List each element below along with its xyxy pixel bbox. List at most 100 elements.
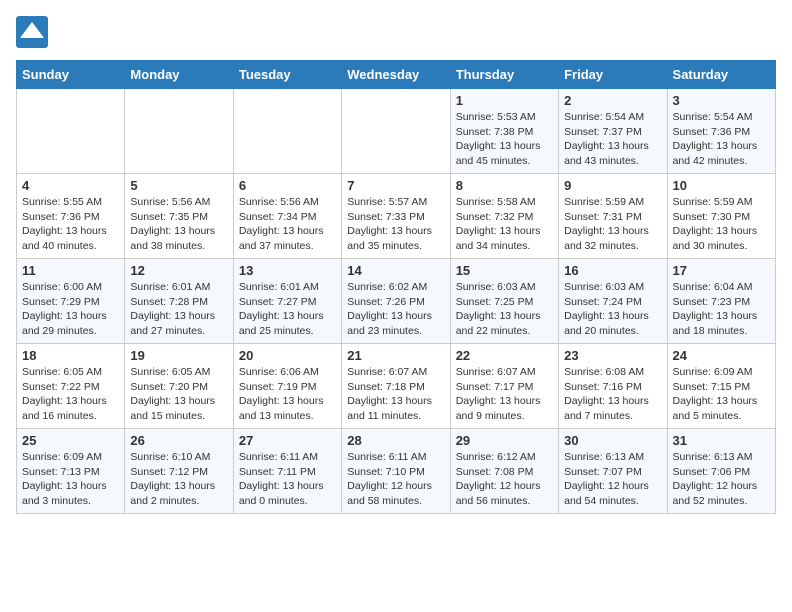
calendar-cell: 15Sunrise: 6:03 AM Sunset: 7:25 PM Dayli… xyxy=(450,259,558,344)
day-number: 6 xyxy=(239,178,336,193)
day-info: Sunrise: 5:57 AM Sunset: 7:33 PM Dayligh… xyxy=(347,195,444,254)
calendar-cell xyxy=(233,89,341,174)
day-info: Sunrise: 6:07 AM Sunset: 7:17 PM Dayligh… xyxy=(456,365,553,424)
day-info: Sunrise: 5:54 AM Sunset: 7:36 PM Dayligh… xyxy=(673,110,770,169)
day-number: 18 xyxy=(22,348,119,363)
calendar-cell: 11 Sunrise: 6:00 AM Sunset: 7:29 PM Dayli… xyxy=(17,259,125,344)
day-number: 5 xyxy=(130,178,227,193)
calendar-cell: 1Sunrise: 5:53 AM Sunset: 7:38 PM Daylig… xyxy=(450,89,558,174)
calendar-cell: 16Sunrise: 6:03 AM Sunset: 7:24 PM Dayli… xyxy=(559,259,667,344)
day-info: Sunrise: 6:00 AM Sunset: 7:29 PM Dayligh… xyxy=(22,280,119,339)
day-info: Sunrise: 6:01 AM Sunset: 7:28 PM Dayligh… xyxy=(130,280,227,339)
day-info: Sunrise: 5:55 AM Sunset: 7:36 PM Dayligh… xyxy=(22,195,119,254)
day-info: Sunrise: 6:08 AM Sunset: 7:16 PM Dayligh… xyxy=(564,365,661,424)
day-number: 22 xyxy=(456,348,553,363)
day-info: Sunrise: 6:10 AM Sunset: 7:12 PM Dayligh… xyxy=(130,450,227,509)
day-info: Sunrise: 5:54 AM Sunset: 7:37 PM Dayligh… xyxy=(564,110,661,169)
day-info: Sunrise: 6:13 AM Sunset: 7:07 PM Dayligh… xyxy=(564,450,661,509)
calendar-cell: 28 Sunrise: 6:11 AM Sunset: 7:10 PM Dayli… xyxy=(342,429,450,514)
calendar-cell: 7 Sunrise: 5:57 AM Sunset: 7:33 PM Daylig… xyxy=(342,174,450,259)
calendar-cell: 26 Sunrise: 6:10 AM Sunset: 7:12 PM Dayli… xyxy=(125,429,233,514)
calendar-cell: 25Sunrise: 6:09 AM Sunset: 7:13 PM Dayli… xyxy=(17,429,125,514)
calendar-cell: 19Sunrise: 6:05 AM Sunset: 7:20 PM Dayli… xyxy=(125,344,233,429)
calendar-cell: 31 Sunrise: 6:13 AM Sunset: 7:06 PM Dayli… xyxy=(667,429,775,514)
header-day: Tuesday xyxy=(233,61,341,89)
day-info: Sunrise: 5:59 AM Sunset: 7:31 PM Dayligh… xyxy=(564,195,661,254)
day-info: Sunrise: 6:04 AM Sunset: 7:23 PM Dayligh… xyxy=(673,280,770,339)
day-info: Sunrise: 6:11 AM Sunset: 7:11 PM Dayligh… xyxy=(239,450,336,509)
day-info: Sunrise: 5:56 AM Sunset: 7:34 PM Dayligh… xyxy=(239,195,336,254)
day-info: Sunrise: 5:56 AM Sunset: 7:35 PM Dayligh… xyxy=(130,195,227,254)
calendar-week: 4 Sunrise: 5:55 AM Sunset: 7:36 PM Daylig… xyxy=(17,174,776,259)
calendar-cell: 29 Sunrise: 6:12 AM Sunset: 7:08 PM Dayli… xyxy=(450,429,558,514)
calendar-cell: 13 Sunrise: 6:01 AM Sunset: 7:27 PM Dayli… xyxy=(233,259,341,344)
calendar-cell: 23 Sunrise: 6:08 AM Sunset: 7:16 PM Dayli… xyxy=(559,344,667,429)
day-info: Sunrise: 6:03 AM Sunset: 7:25 PM Dayligh… xyxy=(456,280,553,339)
calendar-cell: 17Sunrise: 6:04 AM Sunset: 7:23 PM Dayli… xyxy=(667,259,775,344)
day-info: Sunrise: 5:59 AM Sunset: 7:30 PM Dayligh… xyxy=(673,195,770,254)
day-number: 27 xyxy=(239,433,336,448)
day-number: 24 xyxy=(673,348,770,363)
calendar-header: SundayMondayTuesdayWednesdayThursdayFrid… xyxy=(17,61,776,89)
day-info: Sunrise: 6:13 AM Sunset: 7:06 PM Dayligh… xyxy=(673,450,770,509)
day-number: 26 xyxy=(130,433,227,448)
logo-icon xyxy=(16,16,48,48)
header-row: SundayMondayTuesdayWednesdayThursdayFrid… xyxy=(17,61,776,89)
calendar-cell xyxy=(342,89,450,174)
day-info: Sunrise: 6:06 AM Sunset: 7:19 PM Dayligh… xyxy=(239,365,336,424)
day-info: Sunrise: 6:11 AM Sunset: 7:10 PM Dayligh… xyxy=(347,450,444,509)
day-number: 3 xyxy=(673,93,770,108)
day-number: 16 xyxy=(564,263,661,278)
day-number: 11 xyxy=(22,263,119,278)
day-info: Sunrise: 6:12 AM Sunset: 7:08 PM Dayligh… xyxy=(456,450,553,509)
day-number: 19 xyxy=(130,348,227,363)
day-number: 21 xyxy=(347,348,444,363)
calendar-cell: 21 Sunrise: 6:07 AM Sunset: 7:18 PM Dayli… xyxy=(342,344,450,429)
header-day: Friday xyxy=(559,61,667,89)
calendar-cell: 10 Sunrise: 5:59 AM Sunset: 7:30 PM Dayli… xyxy=(667,174,775,259)
header-day: Wednesday xyxy=(342,61,450,89)
page-header xyxy=(16,16,776,48)
calendar-cell: 27 Sunrise: 6:11 AM Sunset: 7:11 PM Dayli… xyxy=(233,429,341,514)
day-info: Sunrise: 5:58 AM Sunset: 7:32 PM Dayligh… xyxy=(456,195,553,254)
day-number: 10 xyxy=(673,178,770,193)
day-number: 23 xyxy=(564,348,661,363)
day-number: 29 xyxy=(456,433,553,448)
calendar-cell: 12Sunrise: 6:01 AM Sunset: 7:28 PM Dayli… xyxy=(125,259,233,344)
calendar-cell: 6 Sunrise: 5:56 AM Sunset: 7:34 PM Daylig… xyxy=(233,174,341,259)
header-day: Saturday xyxy=(667,61,775,89)
header-day: Thursday xyxy=(450,61,558,89)
calendar-body: 1Sunrise: 5:53 AM Sunset: 7:38 PM Daylig… xyxy=(17,89,776,514)
day-number: 31 xyxy=(673,433,770,448)
calendar-cell: 20 Sunrise: 6:06 AM Sunset: 7:19 PM Dayli… xyxy=(233,344,341,429)
day-number: 9 xyxy=(564,178,661,193)
calendar-cell: 3 Sunrise: 5:54 AM Sunset: 7:36 PM Daylig… xyxy=(667,89,775,174)
calendar-cell: 4 Sunrise: 5:55 AM Sunset: 7:36 PM Daylig… xyxy=(17,174,125,259)
calendar-cell: 5 Sunrise: 5:56 AM Sunset: 7:35 PM Daylig… xyxy=(125,174,233,259)
day-number: 4 xyxy=(22,178,119,193)
day-number: 13 xyxy=(239,263,336,278)
calendar-cell: 24Sunrise: 6:09 AM Sunset: 7:15 PM Dayli… xyxy=(667,344,775,429)
header-day: Monday xyxy=(125,61,233,89)
calendar-cell: 18 Sunrise: 6:05 AM Sunset: 7:22 PM Dayli… xyxy=(17,344,125,429)
day-number: 30 xyxy=(564,433,661,448)
day-info: Sunrise: 6:09 AM Sunset: 7:13 PM Dayligh… xyxy=(22,450,119,509)
calendar-cell: 22 Sunrise: 6:07 AM Sunset: 7:17 PM Dayli… xyxy=(450,344,558,429)
calendar-week: 18 Sunrise: 6:05 AM Sunset: 7:22 PM Dayli… xyxy=(17,344,776,429)
calendar-cell: 14 Sunrise: 6:02 AM Sunset: 7:26 PM Dayli… xyxy=(342,259,450,344)
calendar-week: 1Sunrise: 5:53 AM Sunset: 7:38 PM Daylig… xyxy=(17,89,776,174)
day-number: 28 xyxy=(347,433,444,448)
day-number: 7 xyxy=(347,178,444,193)
calendar-week: 11 Sunrise: 6:00 AM Sunset: 7:29 PM Dayli… xyxy=(17,259,776,344)
day-number: 14 xyxy=(347,263,444,278)
day-number: 20 xyxy=(239,348,336,363)
day-info: Sunrise: 6:02 AM Sunset: 7:26 PM Dayligh… xyxy=(347,280,444,339)
day-info: Sunrise: 6:05 AM Sunset: 7:22 PM Dayligh… xyxy=(22,365,119,424)
day-number: 8 xyxy=(456,178,553,193)
calendar-week: 25Sunrise: 6:09 AM Sunset: 7:13 PM Dayli… xyxy=(17,429,776,514)
day-info: Sunrise: 6:01 AM Sunset: 7:27 PM Dayligh… xyxy=(239,280,336,339)
calendar-cell: 9 Sunrise: 5:59 AM Sunset: 7:31 PM Daylig… xyxy=(559,174,667,259)
day-info: Sunrise: 5:53 AM Sunset: 7:38 PM Dayligh… xyxy=(456,110,553,169)
day-info: Sunrise: 6:07 AM Sunset: 7:18 PM Dayligh… xyxy=(347,365,444,424)
calendar-cell: 2Sunrise: 5:54 AM Sunset: 7:37 PM Daylig… xyxy=(559,89,667,174)
